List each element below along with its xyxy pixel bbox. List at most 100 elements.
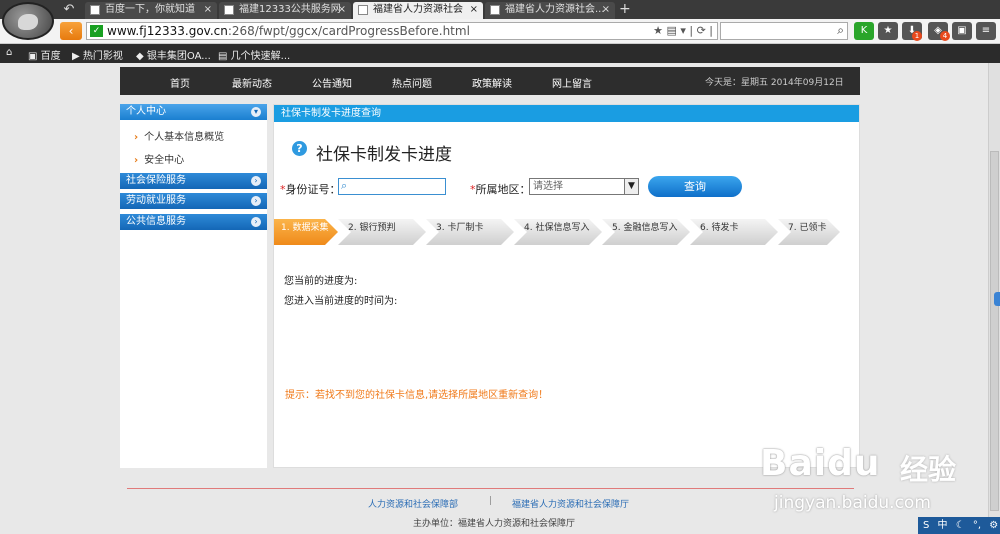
back-button[interactable]: ‹ <box>60 22 82 40</box>
gear-icon[interactable]: ⚙ <box>989 520 998 531</box>
ime-toolbar[interactable]: S 中 ☾ °, ⚙ <box>918 517 1000 534</box>
step-4: 4. 社保信息写入 <box>514 219 602 245</box>
page-title: 社保卡制发卡进度 <box>316 145 452 165</box>
favicon-icon <box>490 5 500 15</box>
tab-label: 福建省人力资源社会 <box>373 4 463 15</box>
notification-badge: 4 <box>940 31 950 41</box>
sidebar-item-social-insurance[interactable]: 社会保险服务 › <box>120 173 267 189</box>
chevron-down-icon[interactable]: ▼ <box>624 179 638 194</box>
bookmark-star-icon[interactable]: ★ ▤ ▾ | ⟳ | <box>653 23 713 39</box>
bookmarks-bar: ⌂ ▣ 百度 ▶ 热门影视 ◆ 银丰集团OA... ▤ 几个快速解... <box>0 44 1000 63</box>
ime-logo-icon[interactable]: S <box>923 520 929 531</box>
tab-fj-hr[interactable]: 福建省人力资源社会... × <box>485 2 615 19</box>
ime-mode[interactable]: 中 <box>938 520 948 531</box>
sidebar-item-label: 个人中心 <box>126 106 166 117</box>
footer-link-ministry[interactable]: 人力资源和社会保障部 <box>368 497 458 510</box>
tab-fj12333[interactable]: 福建12333公共服务网 × <box>219 2 351 19</box>
nav-message[interactable]: 网上留言 <box>552 75 592 90</box>
browser-logo-icon[interactable] <box>2 2 54 40</box>
footer-divider <box>127 488 854 489</box>
address-bar[interactable]: ✓ www.fj12333.gov.cn:268/fwpt/ggcx/cardP… <box>86 22 718 40</box>
watermark-url: jingyan.baidu.com <box>774 493 931 513</box>
tab-label: 福建省人力资源社会... <box>505 4 605 15</box>
sidebar: 个人中心 ▾ › 个人基本信息概览 › 安全中心 社会保险服务 › 劳动就业服务 › 公共… <box>120 104 267 468</box>
sidebar-item-employment[interactable]: 劳动就业服务 › <box>120 193 267 209</box>
id-number-input[interactable]: ⌕ <box>338 178 446 195</box>
punctuation-icon[interactable]: °, <box>973 520 981 531</box>
tab-label: 福建12333公共服务网 <box>239 4 341 15</box>
tab-label: 百度一下，你就知道 <box>105 4 195 15</box>
region-select-value: 请选择 <box>533 181 563 192</box>
nav-home[interactable]: 首页 <box>170 75 190 90</box>
date-text: 今天是：星期五 2014年09月12日 <box>705 78 844 88</box>
tab-active[interactable]: 福建省人力资源社会 × <box>353 2 483 19</box>
region-label-text: 所属地区： <box>475 183 531 196</box>
new-tab-button[interactable]: + <box>619 1 631 17</box>
enter-time-label: 您进入当前进度的时间为: <box>284 296 398 307</box>
watermark-brand: Baidu <box>760 443 881 484</box>
notification-badge: 1 <box>912 31 922 41</box>
menu-icon[interactable]: ≡ <box>976 22 996 40</box>
side-float-tab[interactable] <box>994 292 1000 306</box>
extension-k-icon[interactable]: K <box>854 22 874 40</box>
address-domain: www.fj12333.gov.cn <box>107 24 228 38</box>
briefcase-icon[interactable]: ▣ <box>952 22 972 40</box>
sidebar-sub-label: 安全中心 <box>144 155 185 166</box>
bookmark-quick[interactable]: ▤ 几个快速解... <box>218 47 290 62</box>
close-icon[interactable]: × <box>338 2 346 18</box>
sidebar-item-public-info[interactable]: 公共信息服务 › <box>120 214 267 230</box>
nav-policy[interactable]: 政策解读 <box>472 75 512 90</box>
home-icon[interactable]: ⌂ <box>6 47 12 58</box>
bookmark-label: 几个快速解... <box>230 51 291 62</box>
bookmark-label: 百度 <box>40 51 61 62</box>
favicon-icon <box>358 5 368 15</box>
panel-title-bar: 社保卡制发卡进度查询 <box>274 105 859 122</box>
scrollbar-thumb[interactable] <box>990 151 999 511</box>
tab-baidu[interactable]: 百度一下，你就知道 × <box>85 2 217 19</box>
id-label: *身份证号： <box>280 181 341 197</box>
favicon-icon <box>90 5 100 15</box>
main-panel: 社保卡制发卡进度查询 ? 社保卡制发卡进度 *身份证号： ⌕ *所属地区： 请选… <box>273 104 860 468</box>
baidu-jingyan-watermark: Baidu 经验 jingyan.baidu.com <box>760 438 970 516</box>
bookmark-label: 银丰集团OA... <box>146 51 211 62</box>
close-icon[interactable]: × <box>470 2 478 18</box>
nav-hot-issues[interactable]: 热点问题 <box>392 75 432 90</box>
sidebar-sub-basic-info[interactable]: › 个人基本信息概览 <box>134 128 224 143</box>
step-2: 2. 银行预判 <box>338 219 426 245</box>
bookmark-baidu[interactable]: ▣ 百度 <box>28 47 61 62</box>
arrow-icon: › <box>134 155 139 166</box>
footer-host: 主办单位：福建省人力资源和社会保障厅 <box>413 519 576 529</box>
secure-shield-icon: ✓ <box>90 25 103 37</box>
vertical-scrollbar[interactable] <box>988 63 1000 517</box>
nav-news[interactable]: 最新动态 <box>232 75 272 90</box>
search-box[interactable]: ⌕ <box>720 22 848 40</box>
bookmark-oa[interactable]: ◆ 银丰集团OA... <box>136 47 211 62</box>
star-icon[interactable]: ★ <box>878 22 898 40</box>
sidebar-sub-security[interactable]: › 安全中心 <box>134 151 184 166</box>
footer-link-fujian-dept[interactable]: 福建省人力资源和社会保障厅 <box>512 497 629 510</box>
current-progress-label: 您当前的进度为: <box>284 276 358 287</box>
close-icon[interactable]: × <box>602 2 610 18</box>
address-path: :268/fwpt/ggcx/cardProgressBefore.html <box>227 24 470 38</box>
bookmark-movies[interactable]: ▶ 热门影视 <box>72 47 123 62</box>
sidebar-item-label: 公共信息服务 <box>126 216 186 227</box>
sidebar-sub-label: 个人基本信息概览 <box>144 132 225 143</box>
sidebar-item-personal-center[interactable]: 个人中心 ▾ <box>120 104 267 120</box>
region-select[interactable]: 请选择 ▼ <box>529 178 639 195</box>
query-button[interactable]: 查询 <box>648 176 742 197</box>
nav-notice[interactable]: 公告通知 <box>312 75 352 90</box>
back-arrow-icon[interactable]: ↶ <box>60 2 78 17</box>
search-icon[interactable]: ⌕ <box>837 23 844 38</box>
footer-separator: | <box>489 496 493 506</box>
close-icon[interactable]: × <box>204 2 212 18</box>
step-1: 1. 数据采集 <box>274 219 338 245</box>
question-icon: ? <box>292 141 307 156</box>
step-7: 7. 已领卡 <box>778 219 840 245</box>
browser-tab-bar: ↶ 百度一下，你就知道 × 福建12333公共服务网 × 福建省人力资源社会 × 福建… <box>0 0 1000 19</box>
step-3: 3. 卡厂制卡 <box>426 219 514 245</box>
favicon-icon <box>224 5 234 15</box>
sidebar-item-label: 劳动就业服务 <box>126 195 186 206</box>
address-row: ‹ ✓ www.fj12333.gov.cn:268/fwpt/ggcx/car… <box>0 19 1000 44</box>
moon-icon[interactable]: ☾ <box>956 520 965 531</box>
tip-text: 提示：若找不到您的社保卡信息,请选择所属地区重新查询！ <box>285 390 549 401</box>
